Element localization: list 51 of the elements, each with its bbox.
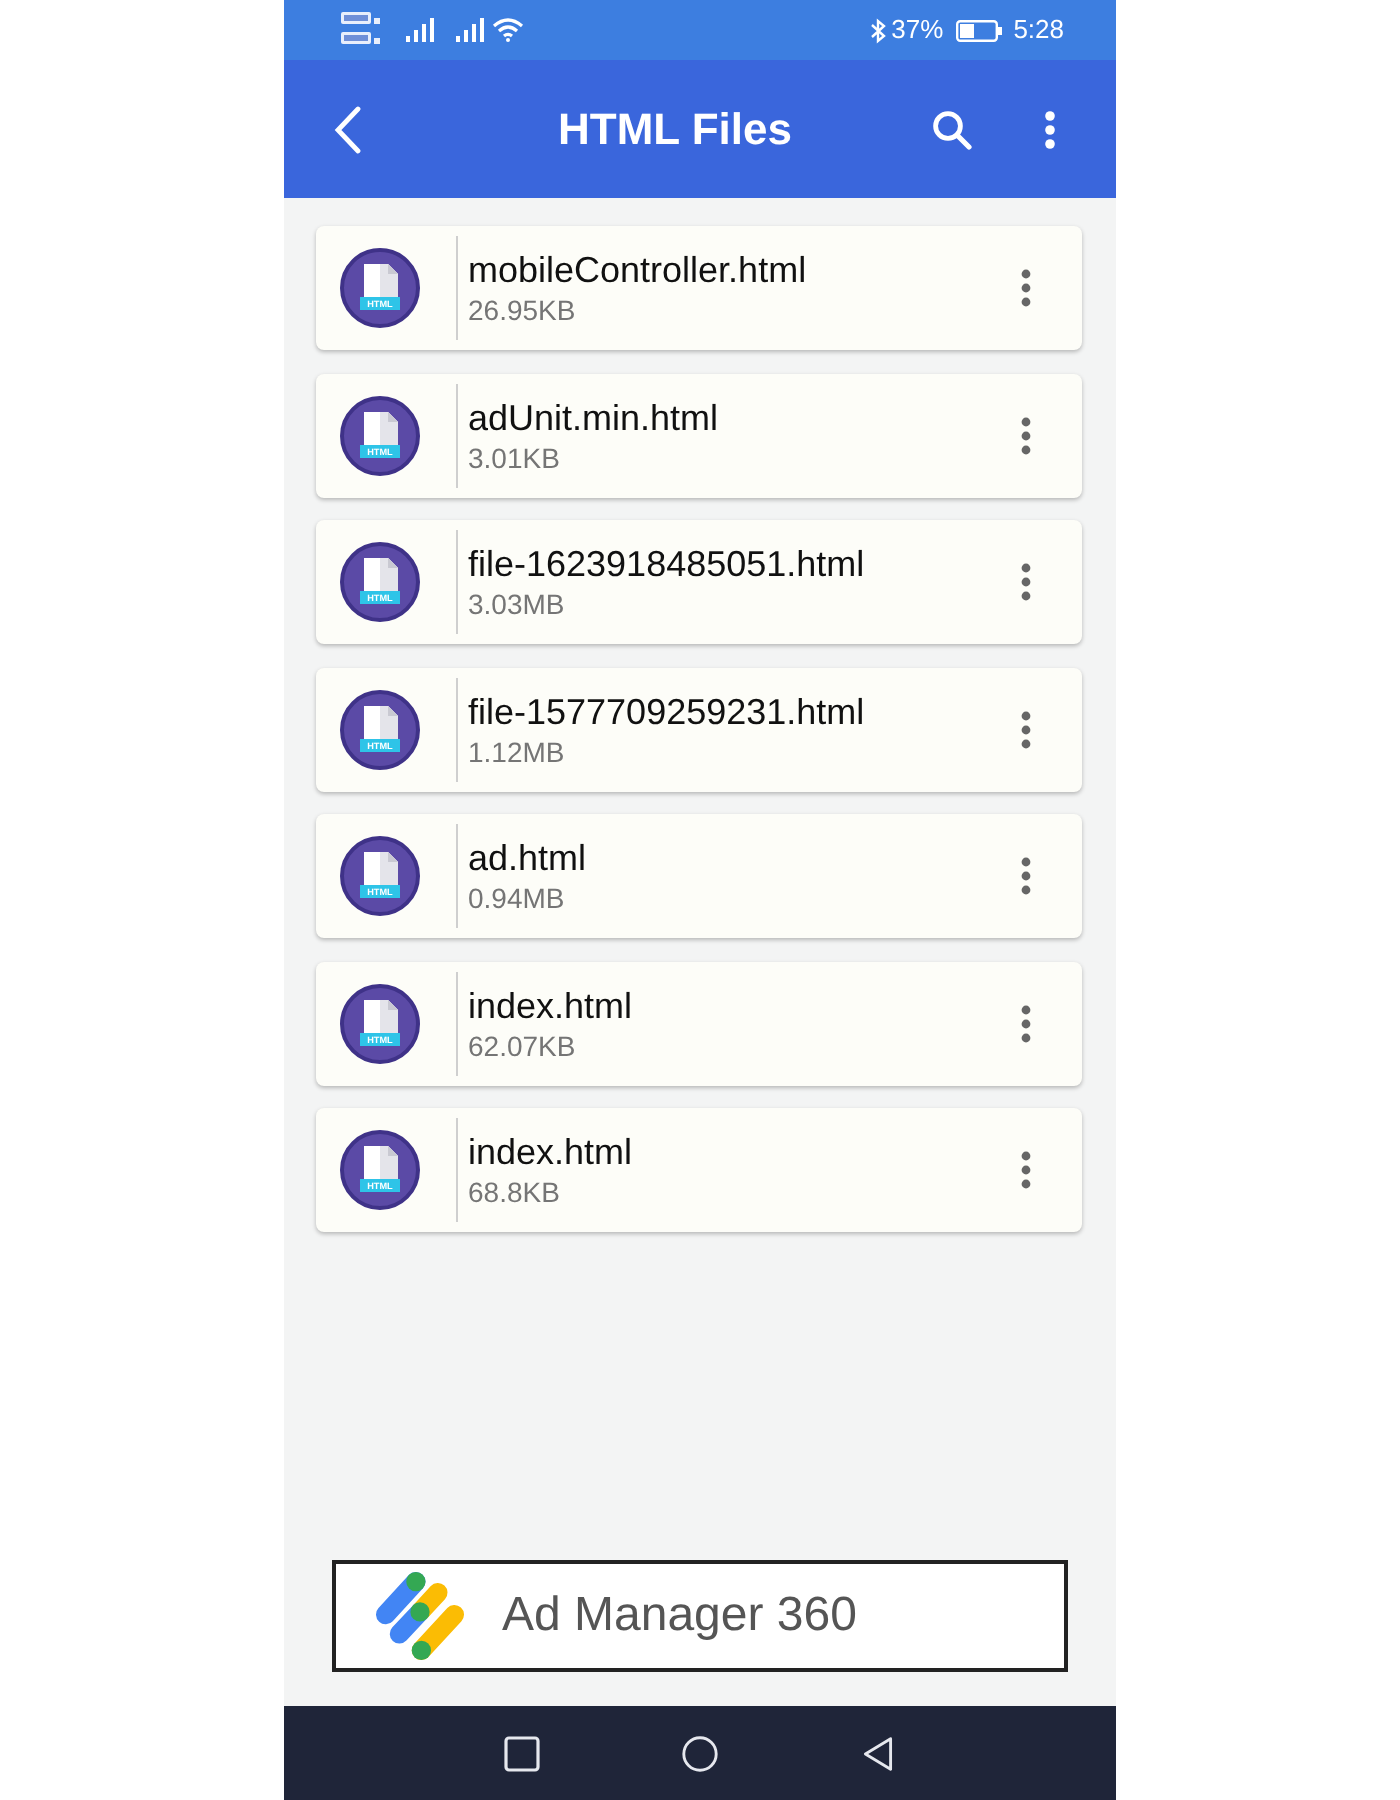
- file-size: 62.07KB: [468, 1027, 578, 1063]
- screen-title: HTML Files: [556, 103, 794, 155]
- clock-time: 5:28: [1013, 14, 1064, 46]
- bluetooth-icon: [869, 17, 886, 43]
- more-icon: [1020, 562, 1032, 602]
- more-icon: [1020, 268, 1032, 308]
- file-name: mobileController.html: [468, 248, 809, 292]
- dual-sim-icon: [340, 10, 384, 50]
- file-size: 3.01KB: [468, 439, 562, 475]
- file-size: 0.94MB: [468, 880, 567, 916]
- search-button[interactable]: [930, 107, 974, 151]
- home-button[interactable]: [680, 1733, 720, 1773]
- more-icon: [1020, 1003, 1032, 1043]
- file-size: 68.8KB: [468, 1174, 562, 1210]
- back-button[interactable]: [332, 101, 364, 157]
- file-size: 3.03MB: [468, 586, 567, 622]
- more-options-button[interactable]: [1042, 107, 1058, 151]
- triangle-back-icon: [860, 1735, 896, 1771]
- battery-icon: [955, 19, 1002, 41]
- file-name: index.html: [468, 983, 635, 1027]
- file-name: ad.html: [468, 836, 589, 880]
- file-menu-button[interactable]: [1018, 266, 1034, 310]
- search-icon: [932, 109, 972, 149]
- more-icon: [1020, 709, 1032, 749]
- square-icon: [504, 1735, 540, 1771]
- more-icon: [1020, 1150, 1032, 1190]
- battery-percent: 37%: [891, 14, 944, 46]
- more-icon: [1020, 415, 1032, 455]
- file-menu-button[interactable]: [1018, 707, 1034, 751]
- more-icon: [1020, 856, 1032, 896]
- ad-banner[interactable]: Ad Manager 360: [332, 1560, 1068, 1672]
- file-menu-button[interactable]: [1018, 1001, 1034, 1045]
- file-menu-button[interactable]: [1018, 1148, 1034, 1192]
- more-icon: [1044, 109, 1056, 149]
- signal-icon: [456, 18, 484, 42]
- stripes-logo-icon: [376, 1572, 464, 1660]
- file-menu-button[interactable]: [1018, 560, 1034, 604]
- file-name: file-1623918485051.html: [468, 542, 867, 586]
- recents-button[interactable]: [502, 1733, 542, 1773]
- back-chevron-icon: [334, 105, 362, 153]
- file-size: 1.12MB: [468, 733, 567, 769]
- circle-icon: [682, 1735, 718, 1771]
- file-menu-button[interactable]: [1018, 854, 1034, 898]
- wifi-icon: [492, 18, 524, 42]
- file-size: 26.95KB: [468, 292, 578, 328]
- file-name: adUnit.min.html: [468, 395, 721, 439]
- file-menu-button[interactable]: [1018, 413, 1034, 457]
- file-name: file-1577709259231.html: [468, 689, 867, 733]
- back-nav-button[interactable]: [858, 1733, 898, 1773]
- signal-icon: [406, 18, 434, 42]
- file-name: index.html: [468, 1130, 635, 1174]
